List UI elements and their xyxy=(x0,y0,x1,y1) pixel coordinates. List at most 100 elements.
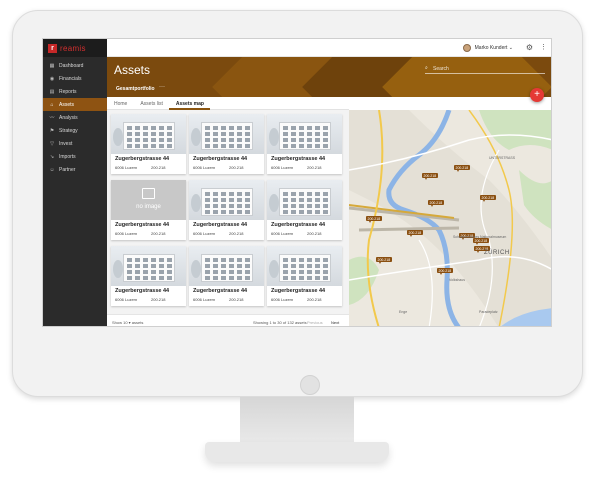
map-pin[interactable]: 200.218 xyxy=(376,257,392,264)
asset-city: 6006 Luzern xyxy=(115,231,138,236)
window-shape xyxy=(229,258,234,262)
funnel-icon: ▽ xyxy=(50,140,54,147)
window-shape xyxy=(283,192,288,196)
more-icon[interactable]: ⋮ xyxy=(540,43,547,51)
search-icon: ⌕ xyxy=(425,65,428,71)
map-label: UNTERSTRASS xyxy=(489,156,516,160)
window-shape xyxy=(213,144,218,148)
next-button[interactable]: Next xyxy=(331,320,339,325)
window-shape xyxy=(245,276,250,280)
asset-city: 6006 Luzern xyxy=(271,297,294,302)
asset-card[interactable]: Zugerbergstrasse 44 6006 Luzern 200.218 xyxy=(111,246,186,306)
window-shape xyxy=(245,198,250,202)
asset-title: Zugerbergstrasse 44 xyxy=(193,288,248,294)
asset-card[interactable]: Zugerbergstrasse 44 6006 Luzern 200.218 xyxy=(189,114,264,174)
map-pin[interactable]: 200.218 xyxy=(454,165,470,172)
add-button[interactable]: + xyxy=(530,88,544,102)
window-shape xyxy=(307,270,312,274)
asset-title: Zugerbergstrasse 44 xyxy=(193,222,248,228)
window-shape xyxy=(237,192,242,196)
portfolio-menu-icon[interactable]: ··· xyxy=(159,84,165,90)
sidebar-item-dashboard[interactable]: ▦ Dashboard xyxy=(43,59,107,72)
sidebar-item-strategy[interactable]: ⚑ Strategy xyxy=(43,124,107,137)
portfolio-selector[interactable]: Gesamtportfolio xyxy=(116,86,155,92)
map-label: Paradeplatz xyxy=(479,310,498,314)
window-shape xyxy=(151,276,156,280)
asset-card[interactable]: Zugerbergstrasse 44 6006 Luzern 200.218 xyxy=(189,180,264,240)
tab-assets-map[interactable]: Assets map xyxy=(168,97,210,110)
map-pin[interactable]: 200.218 xyxy=(422,173,438,180)
window-shape xyxy=(205,258,210,262)
sidebar-item-assets[interactable]: ⌂ Assets xyxy=(43,98,107,111)
window-shape xyxy=(127,132,132,136)
asset-card[interactable]: Zugerbergstrasse 44 6006 Luzern 200.218 xyxy=(267,246,342,306)
window-shape xyxy=(299,264,304,268)
map-pin[interactable]: 200.218 xyxy=(366,216,382,223)
sidebar-item-reports[interactable]: ▤ Reports xyxy=(43,85,107,98)
asset-card[interactable]: Zugerbergstrasse 44 6006 Luzern 200.218 xyxy=(111,114,186,174)
tree-shape xyxy=(191,128,201,146)
sidebar-item-partner[interactable]: ☺ Partner xyxy=(43,163,107,176)
window-shape xyxy=(221,198,226,202)
tree-shape xyxy=(269,194,279,212)
building-shape xyxy=(201,122,253,150)
window-shape xyxy=(127,138,132,142)
window-shape xyxy=(299,270,304,274)
window-shape xyxy=(229,276,234,280)
map-pin[interactable]: 200.218 xyxy=(437,268,453,275)
asset-card[interactable]: Zugerbergstrasse 44 6006 Luzern 200.218 xyxy=(189,246,264,306)
window-shape xyxy=(167,276,172,280)
asset-title: Zugerbergstrasse 44 xyxy=(271,156,326,162)
sidebar-item-analysis[interactable]: 〰 Analysis xyxy=(43,111,107,124)
window-shape xyxy=(135,258,140,262)
asset-map[interactable]: 200.218 200.218 200.218 200.218 200.218 200.2… xyxy=(348,109,551,326)
window-shape xyxy=(315,144,320,148)
map-label: Volkshaus xyxy=(449,278,465,282)
asset-value: 200.218 xyxy=(229,165,244,170)
coin-icon: ◉ xyxy=(49,75,55,82)
asset-card[interactable]: no image Zugerbergstrasse 44 6006 Luzern 20… xyxy=(111,180,186,240)
sidebar-item-imports[interactable]: ↘ Imports xyxy=(43,150,107,163)
window-shape xyxy=(229,198,234,202)
window-shape xyxy=(245,264,250,268)
window-shape xyxy=(245,126,250,130)
sidebar-item-label: Strategy xyxy=(59,127,78,134)
window-shape xyxy=(237,270,242,274)
map-pin[interactable]: 200.218 xyxy=(407,230,423,237)
window-shape xyxy=(315,270,320,274)
window-shape xyxy=(299,276,304,280)
page-size-select[interactable]: Show 10 ▾ assets xyxy=(112,320,143,325)
tab-assets-list[interactable]: Assets list xyxy=(133,97,169,110)
page-title: Assets xyxy=(114,63,151,77)
window-shape xyxy=(315,132,320,136)
user-menu[interactable]: Marko Kundert ⌄ xyxy=(462,44,513,52)
asset-card[interactable]: Zugerbergstrasse 44 6006 Luzern 200.218 xyxy=(267,180,342,240)
window-shape xyxy=(159,126,164,130)
asset-card[interactable]: Zugerbergstrasse 44 6006 Luzern 200.218 xyxy=(267,114,342,174)
tab-home[interactable]: Home xyxy=(107,97,133,110)
gear-icon[interactable]: ⚙ xyxy=(526,43,533,52)
map-pin[interactable]: 200.218 xyxy=(428,200,444,207)
window-shape xyxy=(229,204,234,208)
sidebar-item-invest[interactable]: ▽ Invest xyxy=(43,137,107,150)
sidebar-item-financials[interactable]: ◉ Financials xyxy=(43,72,107,85)
window-shape xyxy=(159,138,164,142)
map-label: ZÜRICH xyxy=(484,250,510,256)
home-button xyxy=(300,375,320,395)
window-shape xyxy=(315,264,320,268)
window-shape xyxy=(143,258,148,262)
window-shape xyxy=(127,276,132,280)
asset-title: Zugerbergstrasse 44 xyxy=(193,156,248,162)
window-shape xyxy=(135,264,140,268)
window-shape xyxy=(315,210,320,214)
window-shape xyxy=(127,126,132,130)
app-logo[interactable]: r reamis xyxy=(43,39,107,57)
asset-title: Zugerbergstrasse 44 xyxy=(115,222,170,228)
previous-button[interactable]: Previous xyxy=(307,320,323,325)
logo-mark: r xyxy=(48,43,57,53)
asset-title: Zugerbergstrasse 44 xyxy=(115,288,170,294)
window-shape xyxy=(245,258,250,262)
sidebar-item-label: Analysis xyxy=(59,114,78,121)
search-input[interactable]: ⌕ Search xyxy=(425,65,545,74)
map-pin[interactable]: 200.218 xyxy=(480,195,496,202)
